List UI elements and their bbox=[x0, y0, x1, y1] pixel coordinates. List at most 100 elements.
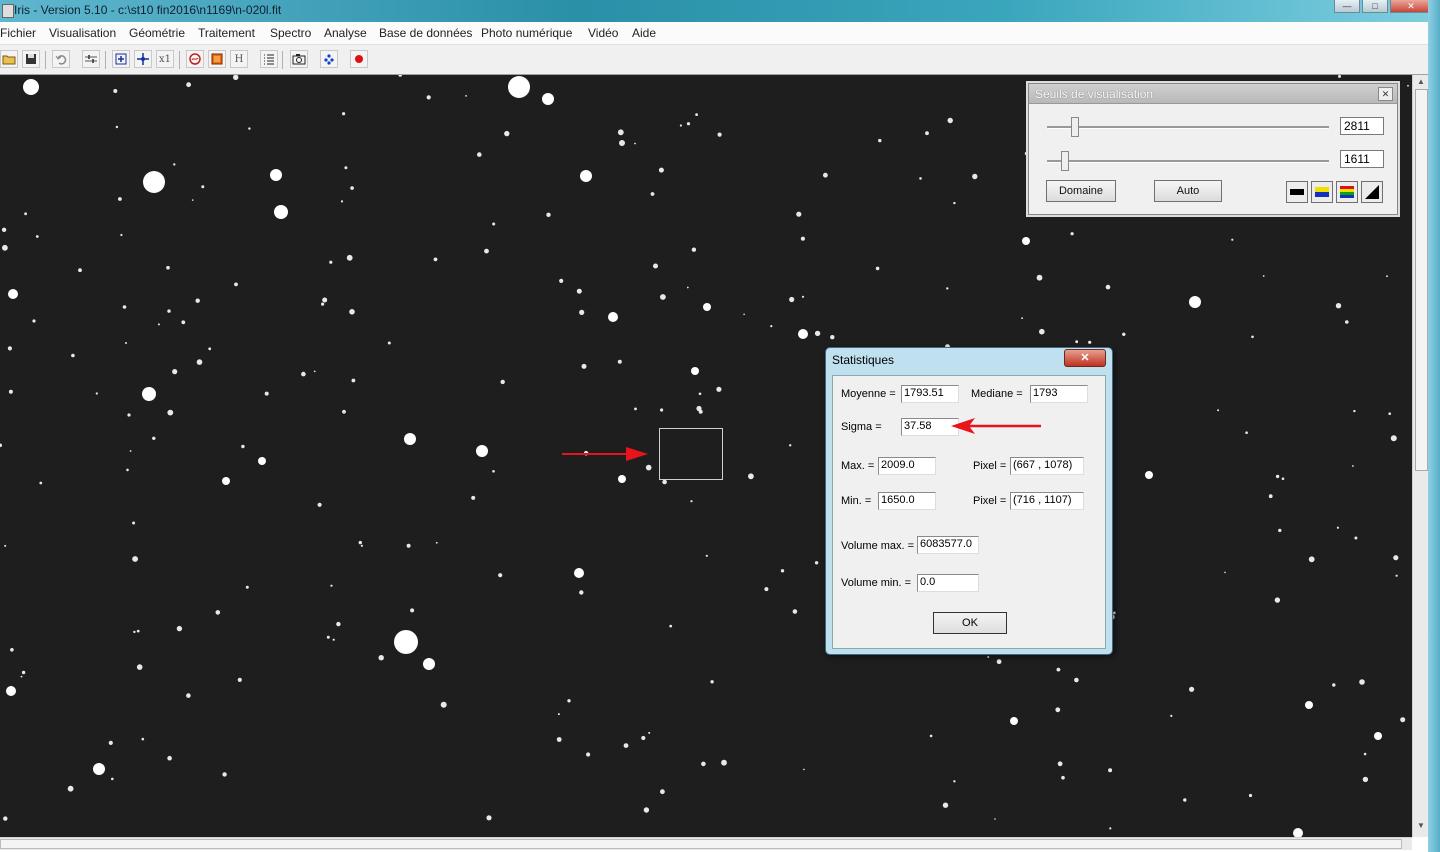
star bbox=[113, 89, 118, 93]
selection-box[interactable] bbox=[659, 428, 723, 480]
vertical-scrollbar[interactable]: ▲ ▼ bbox=[1412, 75, 1429, 837]
low-threshold-slider[interactable] bbox=[1061, 151, 1069, 171]
menu-photo-numerique[interactable]: Photo numérique bbox=[481, 26, 572, 40]
star bbox=[344, 166, 348, 170]
curve-icon[interactable] bbox=[186, 50, 204, 68]
star bbox=[929, 734, 933, 738]
menu-aide[interactable]: Aide bbox=[632, 26, 656, 40]
star bbox=[32, 319, 36, 323]
star bbox=[623, 743, 629, 748]
star bbox=[1353, 409, 1356, 413]
star bbox=[703, 303, 711, 311]
star bbox=[686, 122, 691, 126]
menu-analyse[interactable]: Analyse bbox=[324, 26, 367, 40]
star bbox=[330, 584, 333, 587]
open-folder-icon[interactable] bbox=[0, 50, 18, 68]
zoom-icon[interactable] bbox=[112, 50, 130, 68]
star bbox=[332, 638, 335, 641]
star bbox=[660, 294, 666, 300]
high-threshold-slider[interactable] bbox=[1071, 117, 1079, 137]
volume-max-field[interactable]: 6083577.0 bbox=[917, 536, 979, 554]
undo-icon[interactable] bbox=[52, 50, 70, 68]
star bbox=[167, 755, 172, 761]
star bbox=[141, 737, 145, 741]
star bbox=[410, 608, 415, 613]
star bbox=[196, 359, 203, 365]
low-threshold-field[interactable]: 1611 bbox=[1340, 150, 1384, 168]
min-field[interactable]: 1650.0 bbox=[878, 492, 936, 510]
window-frame bbox=[1428, 0, 1440, 852]
star bbox=[634, 142, 636, 145]
star bbox=[398, 75, 402, 77]
mediane-field[interactable]: 1793 bbox=[1030, 385, 1088, 403]
maximize-button[interactable]: □ bbox=[1362, 0, 1388, 13]
menu-fichier[interactable]: Fichier bbox=[0, 26, 36, 40]
star bbox=[690, 500, 693, 503]
star bbox=[717, 132, 722, 137]
star bbox=[660, 789, 665, 795]
camera-icon[interactable] bbox=[290, 50, 308, 68]
menu-spectro[interactable]: Spectro bbox=[270, 26, 311, 40]
moyenne-field[interactable]: 1793.51 bbox=[901, 385, 959, 403]
menu-base-de-donnees[interactable]: Base de données bbox=[379, 26, 472, 40]
star bbox=[925, 131, 929, 136]
low-threshold-track[interactable] bbox=[1047, 160, 1329, 163]
star bbox=[118, 197, 122, 201]
rainbow-icon[interactable] bbox=[1336, 181, 1358, 203]
close-icon[interactable]: ✕ bbox=[1064, 349, 1106, 367]
star bbox=[1278, 528, 1282, 533]
move-icon[interactable] bbox=[134, 50, 152, 68]
blue-yellow-icon[interactable] bbox=[1311, 181, 1333, 203]
close-icon[interactable]: ✕ bbox=[1378, 87, 1393, 101]
close-window-button[interactable]: ✕ bbox=[1390, 0, 1432, 13]
min-label: Min. = bbox=[841, 495, 872, 507]
vertical-scroll-thumb[interactable] bbox=[1415, 89, 1428, 471]
menu-visualisation[interactable]: Visualisation bbox=[49, 26, 116, 40]
menu-geometrie[interactable]: Géométrie bbox=[129, 26, 185, 40]
menu-video[interactable]: Vidéo bbox=[588, 26, 618, 40]
stars-icon[interactable] bbox=[320, 50, 338, 68]
max-pixel-label: Pixel = bbox=[973, 460, 1007, 472]
sigma-label: Sigma = bbox=[841, 421, 882, 433]
menu-traitement[interactable]: Traitement bbox=[198, 26, 255, 40]
star bbox=[792, 609, 798, 614]
record-icon[interactable] bbox=[350, 50, 368, 68]
minimize-button[interactable]: — bbox=[1334, 0, 1360, 13]
star bbox=[3, 816, 8, 821]
star bbox=[830, 335, 835, 340]
x1-button[interactable]: x1 bbox=[156, 50, 174, 68]
star bbox=[801, 295, 805, 298]
scroll-down-icon[interactable]: ▼ bbox=[1413, 821, 1429, 835]
star bbox=[1189, 686, 1195, 692]
star bbox=[181, 320, 186, 325]
gradient-icon[interactable] bbox=[1361, 181, 1383, 203]
ok-button[interactable]: OK bbox=[933, 612, 1007, 634]
high-threshold-track[interactable] bbox=[1047, 126, 1329, 129]
list-icon[interactable] bbox=[260, 50, 278, 68]
max-pixel-field[interactable]: (667 , 1078) bbox=[1010, 457, 1084, 475]
horizontal-scroll-thumb[interactable] bbox=[0, 839, 1402, 849]
domaine-button[interactable]: Domaine bbox=[1046, 180, 1116, 202]
threshold-panel-titlebar: Seuils de visualisation ✕ bbox=[1029, 84, 1397, 104]
palette-icon[interactable] bbox=[208, 50, 226, 68]
star bbox=[508, 76, 530, 98]
black-white-icon[interactable] bbox=[1286, 181, 1308, 203]
horizontal-scrollbar[interactable] bbox=[0, 837, 1412, 850]
auto-button[interactable]: Auto bbox=[1154, 180, 1222, 202]
star bbox=[658, 167, 664, 173]
volume-min-field[interactable]: 0.0 bbox=[917, 574, 979, 592]
star bbox=[23, 79, 39, 95]
star bbox=[878, 138, 882, 143]
min-pixel-field[interactable]: (716 , 1107) bbox=[1010, 492, 1084, 510]
max-field[interactable]: 2009.0 bbox=[878, 457, 936, 475]
h-button[interactable]: H bbox=[230, 50, 248, 68]
star bbox=[326, 635, 330, 639]
adjust-icon[interactable] bbox=[82, 50, 100, 68]
star bbox=[701, 761, 706, 767]
star bbox=[619, 140, 625, 146]
star bbox=[618, 475, 626, 483]
save-icon[interactable] bbox=[22, 50, 40, 68]
high-threshold-field[interactable]: 2811 bbox=[1340, 117, 1384, 135]
star bbox=[1088, 340, 1092, 344]
star bbox=[406, 543, 411, 548]
